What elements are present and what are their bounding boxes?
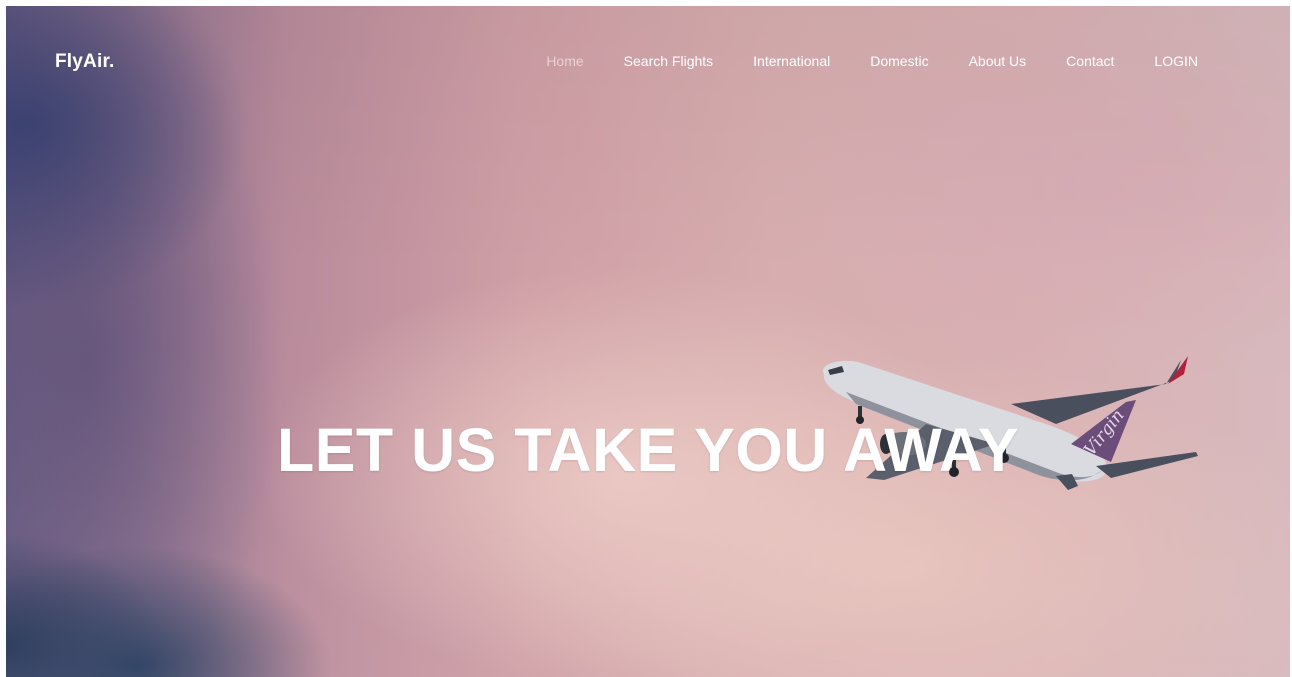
brand-logo[interactable]: FlyAir. xyxy=(55,51,114,73)
nav-menu: Home Search Flights International Domest… xyxy=(526,53,1218,69)
nav-link-international[interactable]: International xyxy=(733,53,850,69)
nav-link-home[interactable]: Home xyxy=(526,53,603,69)
nav-link-contact[interactable]: Contact xyxy=(1046,53,1134,69)
nav-link-login[interactable]: LOGIN xyxy=(1134,53,1218,69)
hero-frame: FlyAir. Home Search Flights Internationa… xyxy=(6,6,1290,677)
hero-headline: LET US TAKE YOU AWAY xyxy=(276,415,1020,484)
nav-link-domestic[interactable]: Domestic xyxy=(850,53,948,69)
nav-link-search-flights[interactable]: Search Flights xyxy=(604,53,733,69)
nav-link-about-us[interactable]: About Us xyxy=(949,53,1047,69)
navbar: FlyAir. Home Search Flights Internationa… xyxy=(6,6,1290,118)
